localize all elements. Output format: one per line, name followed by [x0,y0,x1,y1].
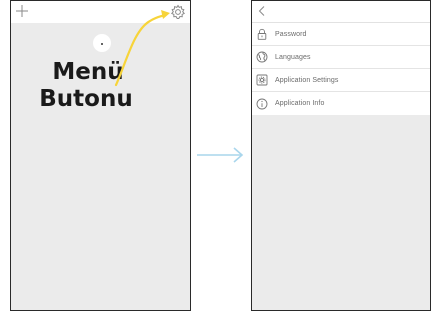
annotation-line-1: Menü [52,59,124,85]
menu-label: Languages [275,53,311,61]
center-dot-button[interactable] [93,34,111,52]
top-bar [11,1,190,23]
settings-box-icon [256,74,268,86]
menu-label: Application Settings [275,76,339,84]
menu-button-annotation: Menü Butonu [31,59,141,113]
plus-icon[interactable] [15,4,29,18]
phone-screen-main: Menü Butonu [10,0,191,311]
info-icon [256,98,268,109]
menu-label: Password [275,30,307,38]
gear-icon[interactable] [170,4,186,20]
menu-item-password[interactable]: Password [252,23,430,46]
top-bar [252,1,430,23]
menu-label: Application Info [275,100,325,107]
phone-screen-settings: Password Languages Application Settings … [251,0,431,311]
menu-item-languages[interactable]: Languages [252,46,430,69]
menu-item-application-settings[interactable]: Application Settings [252,69,430,92]
transition-arrowhead [233,147,244,163]
annotation-line-2: Butonu [39,86,133,112]
settings-menu: Password Languages Application Settings … [252,23,430,115]
lock-icon [257,28,267,40]
globe-icon [256,51,268,63]
back-icon[interactable] [257,5,267,17]
menu-item-application-info[interactable]: Application Info [252,92,430,115]
